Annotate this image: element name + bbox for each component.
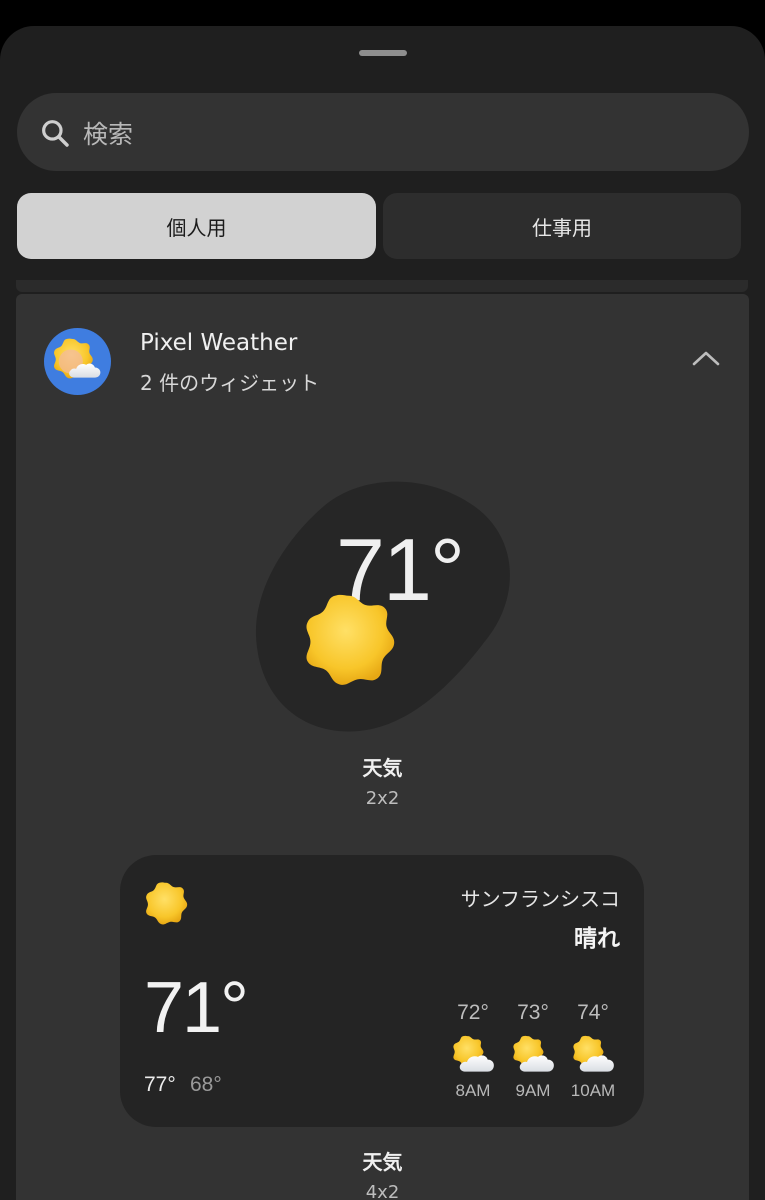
hourly-forecast-item: 74° 10AM — [562, 1001, 624, 1101]
high-temperature: 77° — [144, 1073, 176, 1096]
city-name: サンフランシスコ — [460, 887, 620, 911]
low-temperature: 68° — [190, 1073, 222, 1096]
partly-cloudy-icon — [570, 1033, 616, 1079]
search-input[interactable]: 検索 — [83, 115, 133, 151]
sun-icon — [146, 882, 188, 925]
partly-cloudy-icon — [450, 1033, 496, 1079]
partly-cloudy-icon — [510, 1033, 556, 1079]
widget-picker-sheet: 検索 個人用 仕事用 Pixel Weather 2 件のウィジェット 71° … — [0, 26, 765, 1200]
widget-2x2-label: 天気 — [362, 756, 403, 780]
widget-4x2-size: 4x2 — [365, 1182, 400, 1200]
tab-work[interactable]: 仕事用 — [383, 193, 741, 259]
drag-handle[interactable] — [359, 50, 407, 56]
hourly-time: 9AM — [515, 1081, 551, 1100]
tab-personal[interactable]: 個人用 — [17, 193, 376, 259]
hourly-forecast-item: 73° 9AM — [502, 1001, 564, 1101]
widget-4x2-label: 天気 — [362, 1150, 403, 1174]
hourly-time: 8AM — [455, 1081, 491, 1100]
weather-condition: 晴れ — [574, 926, 620, 952]
widget-4x2-preview[interactable]: サンフランシスコ 晴れ 71° 77° 68° 72° 8AM 73° 9AM … — [120, 855, 644, 1127]
sun-icon — [306, 594, 395, 685]
current-temperature: 71° — [144, 968, 249, 1048]
hourly-temperature: 74° — [577, 1001, 609, 1024]
hourly-temperature: 73° — [517, 1001, 549, 1024]
hourly-temperature: 72° — [457, 1001, 489, 1024]
widget-2x2-preview[interactable]: 71° 天気 2x2 — [16, 294, 749, 809]
hourly-forecast-item: 72° 8AM — [442, 1001, 504, 1101]
hourly-time: 10AM — [570, 1081, 616, 1100]
search-bar[interactable]: 検索 — [17, 93, 749, 171]
widget-2x2-size: 2x2 — [365, 788, 400, 809]
app-widget-card: Pixel Weather 2 件のウィジェット 71° 天気 2x2 サンフラ… — [16, 294, 749, 1200]
previous-card-edge — [16, 280, 748, 292]
search-icon — [42, 120, 69, 147]
